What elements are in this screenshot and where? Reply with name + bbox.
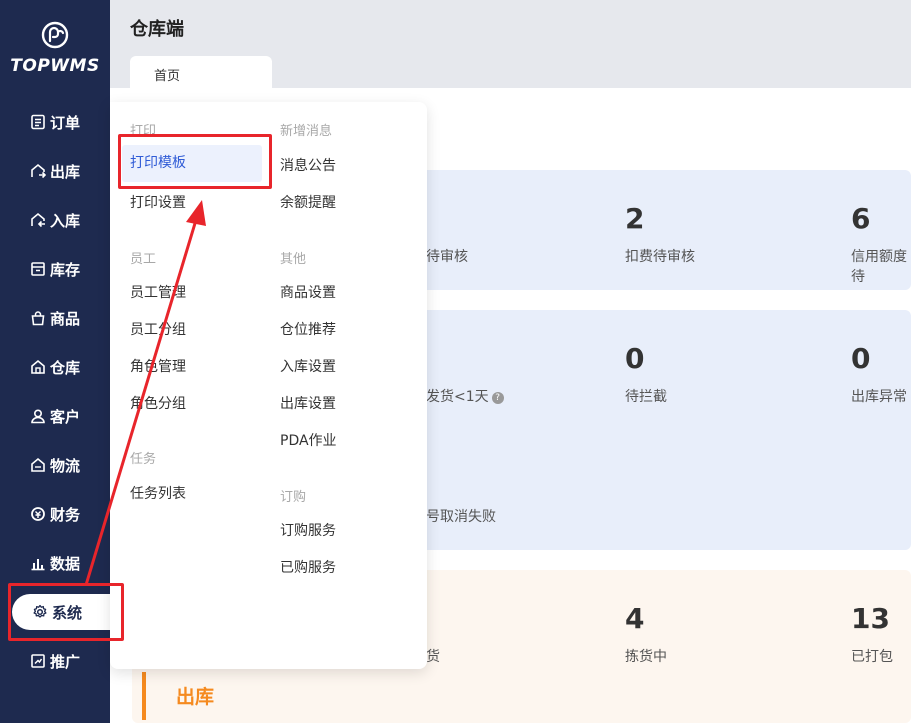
promo-icon	[31, 654, 45, 668]
menu-item-task-list[interactable]: 任务列表	[130, 483, 186, 503]
logo-text: TOPWMS	[10, 56, 100, 76]
sidebar-item-label: 数据	[49, 554, 80, 573]
finance-icon	[31, 507, 45, 521]
stat-label[interactable]: 出库异常	[851, 386, 907, 406]
menu-group-title: 新增消息	[280, 124, 333, 139]
menu-group-title: 订购	[280, 490, 307, 505]
sidebar-item-data[interactable]: 数据	[0, 545, 110, 581]
menu-group-title: 其他	[280, 252, 307, 267]
sidebar-item-goods[interactable]: 商品	[0, 300, 110, 336]
menu-item-role-group[interactable]: 角色分组	[130, 393, 186, 413]
sidebar-item-outbound[interactable]: 出库	[0, 153, 110, 189]
sidebar-item-inventory[interactable]: 库存	[0, 251, 110, 287]
menu-item-inbound-settings[interactable]: 入库设置	[280, 356, 336, 376]
section-title-outbound: 出库	[176, 686, 215, 708]
sidebar-item-label: 仓库	[49, 358, 80, 377]
outbound-icon	[31, 163, 46, 179]
goods-icon	[31, 311, 45, 326]
logistics-icon	[31, 457, 45, 472]
stat-value: 0	[625, 342, 645, 375]
inventory-icon	[31, 262, 45, 276]
menu-group-title: 员工	[130, 252, 157, 267]
stat-label[interactable]: 货	[426, 646, 440, 666]
sidebar-item-label: 订单	[49, 113, 80, 132]
menu-item-location-recommend[interactable]: 仓位推荐	[280, 319, 336, 339]
sidebar-item-finance[interactable]: 财务	[0, 496, 110, 532]
stat-label-ship[interactable]: 发货<1天?	[426, 386, 504, 406]
sidebar-item-label: 物流	[49, 456, 80, 475]
tab-home[interactable]: 首页	[130, 56, 272, 89]
logo-icon	[41, 21, 69, 49]
annotation-box-system	[8, 583, 124, 641]
menu-item-order-service[interactable]: 订购服务	[280, 520, 336, 540]
sidebar-item-label: 财务	[49, 505, 80, 524]
menu-item-balance-alert[interactable]: 余额提醒	[280, 192, 336, 212]
order-icon	[31, 114, 45, 130]
sidebar-item-label: 客户	[49, 407, 80, 426]
stat-label[interactable]: 扣费待审核	[625, 246, 695, 266]
sidebar-item-customer[interactable]: 客户	[0, 398, 110, 434]
sidebar-item-promo[interactable]: 推广	[0, 643, 110, 679]
sidebar-item-label: 商品	[49, 309, 80, 328]
annotation-box-print-template	[118, 134, 272, 189]
sidebar-item-label: 出库	[49, 162, 80, 181]
sidebar-item-label: 库存	[49, 260, 80, 279]
stat-label[interactable]: 待拦截	[625, 386, 667, 406]
logo[interactable]: TOPWMS	[0, 20, 110, 76]
section-accent-bar	[142, 672, 146, 720]
header-bar: 仓库端 首页	[110, 0, 911, 89]
sidebar-item-warehouse[interactable]: 仓库	[0, 349, 110, 385]
stat-label[interactable]: 已打包	[851, 646, 893, 666]
menu-item-staff-group[interactable]: 员工分组	[130, 319, 186, 339]
help-icon[interactable]: ?	[491, 392, 504, 404]
stat-value: 6	[851, 202, 871, 235]
data-icon	[31, 559, 45, 571]
menu-group-title: 任务	[130, 452, 157, 467]
menu-item-print-settings[interactable]: 打印设置	[130, 192, 186, 212]
sidebar-item-logistics[interactable]: 物流	[0, 447, 110, 483]
menu-item-role-manage[interactable]: 角色管理	[130, 356, 186, 376]
menu-item-purchased-service[interactable]: 已购服务	[280, 557, 336, 577]
sidebar-item-order[interactable]: 订单	[0, 104, 110, 140]
stat-label[interactable]: 号取消失败	[426, 506, 496, 526]
menu-item-pda[interactable]: PDA作业	[280, 430, 337, 450]
sidebar-item-inbound[interactable]: 入库	[0, 202, 110, 238]
inbound-icon	[31, 212, 45, 228]
stat-value: 2	[625, 202, 645, 235]
customer-icon	[31, 409, 45, 424]
sidebar-item-label: 入库	[49, 211, 80, 230]
sidebar-item-label: 推广	[49, 652, 80, 671]
menu-item-goods-settings[interactable]: 商品设置	[280, 282, 336, 302]
stat-label[interactable]: 待审核	[426, 246, 468, 266]
menu-item-announcement[interactable]: 消息公告	[280, 155, 336, 175]
menu-item-outbound-settings[interactable]: 出库设置	[280, 393, 336, 413]
stat-value: 13	[851, 602, 890, 635]
stat-label[interactable]: 信用额度待	[851, 246, 911, 286]
stat-label[interactable]: 拣货中	[625, 646, 667, 666]
page-title: 仓库端	[130, 19, 184, 40]
menu-item-staff-manage[interactable]: 员工管理	[130, 282, 186, 302]
stat-value: 0	[851, 342, 871, 375]
stat-value: 4	[625, 602, 645, 635]
warehouse-icon	[31, 359, 45, 374]
